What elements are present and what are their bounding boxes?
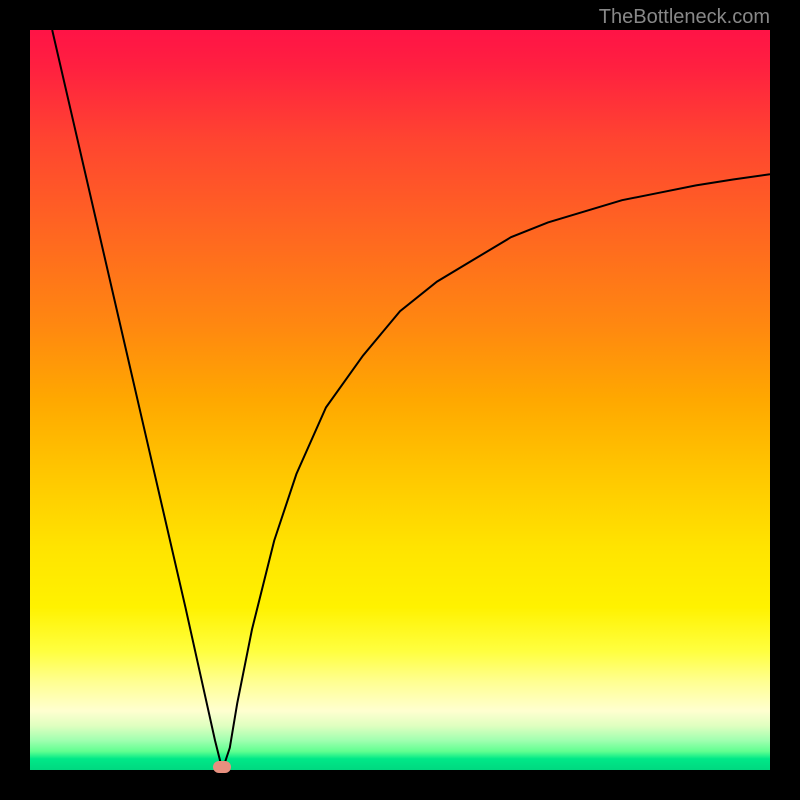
bottleneck-curve — [30, 30, 770, 770]
watermark-text: TheBottleneck.com — [599, 6, 770, 29]
minimum-marker — [213, 761, 231, 773]
